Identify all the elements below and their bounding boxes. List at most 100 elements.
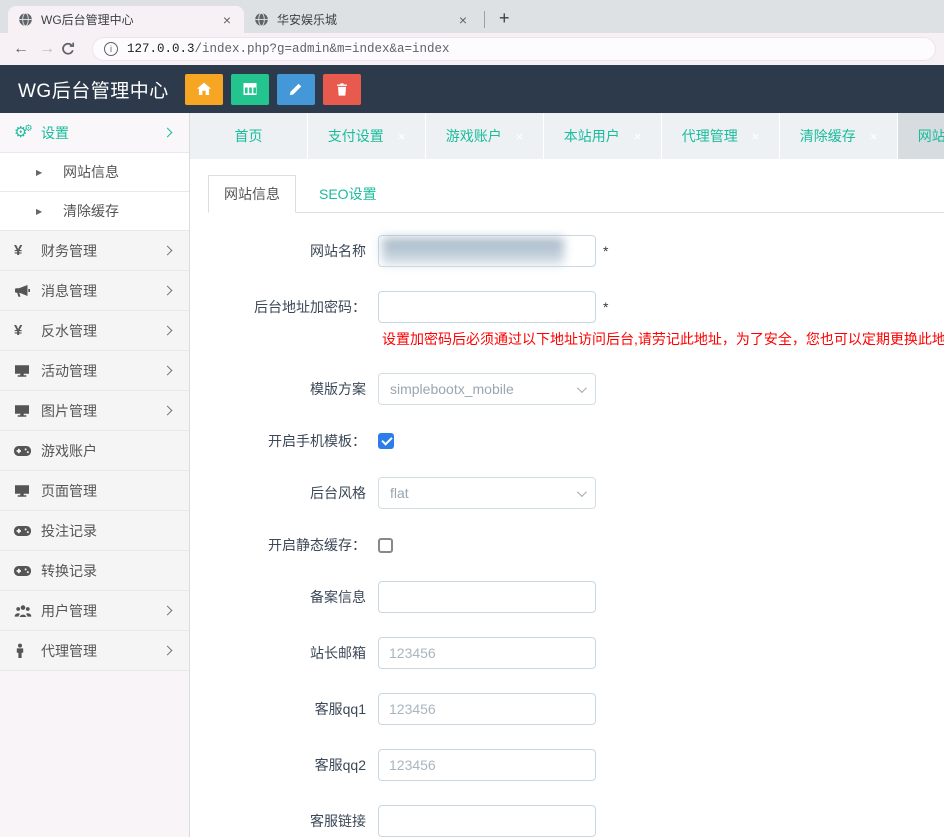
sidebar-item-label: 代理管理: [41, 641, 164, 661]
tab-label: 游戏账户: [446, 126, 502, 146]
browser-chrome: WG后台管理中心 × 华安娱乐城 × + ← → i 127.0.0.3/ind…: [0, 0, 944, 65]
tab-close-icon[interactable]: ×: [516, 129, 524, 144]
sidebar: ⚙⚙设置▶网站信息▶清除缓存¥财务管理消息管理¥反水管理活动管理图片管理游戏账户…: [0, 113, 190, 837]
url-text: 127.0.0.3/index.php?g=admin&m=index&a=in…: [127, 42, 450, 56]
app-header: WG后台管理中心: [0, 65, 944, 113]
service-qq2-input[interactable]: [378, 749, 596, 781]
close-icon[interactable]: ×: [456, 12, 470, 28]
tab-label: 首页: [235, 126, 263, 146]
form-row: 后台地址加密码： *: [208, 291, 944, 323]
gamepad-icon: [14, 565, 41, 577]
field-label: 后台地址加密码：: [208, 297, 378, 317]
admin-url-password-input[interactable]: [378, 291, 596, 323]
browser-tab-title: 华安娱乐城: [277, 11, 456, 28]
browser-tab-title: WG后台管理中心: [41, 11, 220, 28]
field-label: 后台风格: [208, 483, 378, 503]
content-tab-seo-settings[interactable]: SEO设置: [304, 176, 392, 212]
content-tab-site-info[interactable]: 网站信息: [208, 175, 296, 213]
sidebar-item-label: 清除缓存: [63, 201, 175, 221]
admin-style-select[interactable]: flat: [378, 477, 596, 509]
forward-icon[interactable]: →: [34, 40, 60, 58]
sidebar-item-finance[interactable]: ¥财务管理: [0, 231, 189, 271]
sidebar-item-bet-records[interactable]: 投注记录: [0, 511, 189, 551]
field-control: [378, 637, 596, 669]
required-mark: *: [603, 299, 608, 315]
tab-game-accounts[interactable]: 游戏账户 ×: [426, 113, 544, 159]
table-button[interactable]: [231, 74, 269, 105]
sidebar-item-settings[interactable]: ⚙⚙设置: [0, 113, 189, 153]
person-icon: [14, 643, 41, 659]
chevron-right-icon: [163, 406, 173, 416]
tab-clear-cache[interactable]: 清除缓存×: [780, 113, 898, 159]
sidebar-item-agents[interactable]: 代理管理: [0, 631, 189, 671]
sidebar-item-label: 投注记录: [41, 521, 175, 541]
sidebar-item-rebate[interactable]: ¥反水管理: [0, 311, 189, 351]
edit-button[interactable]: [277, 74, 315, 105]
sidebar-item-site-info[interactable]: ▶网站信息: [0, 153, 189, 192]
url-bar[interactable]: i 127.0.0.3/index.php?g=admin&m=index&a=…: [92, 37, 936, 61]
tab-site-users[interactable]: 本站用户 ×: [544, 113, 662, 159]
field-control: [378, 693, 596, 725]
template-scheme-select[interactable]: simplebootx_mobile: [378, 373, 596, 405]
new-tab-button[interactable]: +: [489, 8, 520, 29]
monitor-icon: [14, 363, 41, 379]
sidebar-item-pages[interactable]: 页面管理: [0, 471, 189, 511]
app-title: WG后台管理中心: [18, 76, 169, 103]
content-panel: 网站信息SEO设置 网站名称*后台地址加密码：*设置加密码后必须通过以下地址访问…: [190, 159, 944, 837]
back-icon[interactable]: ←: [8, 40, 34, 58]
chevron-down-icon: [577, 383, 587, 393]
enable-mobile-template-checkbox[interactable]: [378, 433, 394, 449]
service-link-input[interactable]: [378, 805, 596, 837]
select-value: flat: [390, 485, 409, 501]
required-mark: *: [603, 243, 608, 259]
megaphone-icon: [14, 283, 41, 299]
chevron-right-icon: [163, 606, 173, 616]
tab-agent-management[interactable]: 代理管理×: [662, 113, 780, 159]
sidebar-item-images[interactable]: 图片管理: [0, 391, 189, 431]
sidebar-item-transfer-records[interactable]: 转换记录: [0, 551, 189, 591]
field-label: 开启静态缓存：: [208, 535, 378, 555]
delete-button[interactable]: [323, 74, 361, 105]
tab-close-icon[interactable]: ×: [398, 129, 406, 144]
field-control: [378, 538, 393, 553]
users-icon: [14, 604, 41, 618]
tab-label: 本站用户: [564, 126, 620, 146]
tab-payment-settings[interactable]: 支付设置×: [308, 113, 426, 159]
sidebar-item-label: 用户管理: [41, 601, 164, 621]
tab-site-info[interactable]: 网站信息×: [898, 113, 944, 159]
globe-icon: [254, 12, 269, 27]
sidebar-item-activities[interactable]: 活动管理: [0, 351, 189, 391]
field-label: 开启手机模板：: [208, 431, 378, 451]
home-button[interactable]: [185, 74, 223, 105]
info-icon[interactable]: i: [104, 42, 118, 56]
sidebar-item-users[interactable]: 用户管理: [0, 591, 189, 631]
sidebar-item-label: 页面管理: [41, 481, 175, 501]
site-name-input[interactable]: [378, 235, 596, 267]
reload-icon[interactable]: [60, 41, 86, 57]
enable-static-cache-checkbox[interactable]: [378, 538, 393, 553]
chevron-right-icon: [163, 326, 173, 336]
field-control: simplebootx_mobile: [378, 373, 596, 405]
sidebar-item-messages[interactable]: 消息管理: [0, 271, 189, 311]
icp-info-input[interactable]: [378, 581, 596, 613]
field-control: flat: [378, 477, 596, 509]
field-label: 网站名称: [208, 241, 378, 261]
browser-tab-admin[interactable]: WG后台管理中心 ×: [8, 6, 244, 33]
tab-close-icon[interactable]: ×: [752, 129, 760, 144]
close-icon[interactable]: ×: [220, 12, 234, 28]
field-control: [378, 805, 596, 837]
select-value: simplebootx_mobile: [390, 381, 514, 397]
form-row: 客服qq2: [208, 749, 944, 781]
sidebar-item-clear-cache[interactable]: ▶清除缓存: [0, 192, 189, 231]
sidebar-item-game-accounts[interactable]: 游戏账户: [0, 431, 189, 471]
browser-tab-casino[interactable]: 华安娱乐城 ×: [244, 6, 480, 33]
header-actions: [185, 74, 361, 105]
browser-tab-strip: WG后台管理中心 × 华安娱乐城 × +: [0, 0, 944, 33]
gears-icon: ⚙⚙: [14, 125, 41, 140]
webmaster-email-input[interactable]: [378, 637, 596, 669]
chevron-right-icon: [163, 366, 173, 376]
tab-close-icon[interactable]: ×: [634, 129, 642, 144]
tab-close-icon[interactable]: ×: [870, 129, 878, 144]
tab-home[interactable]: 首页: [190, 113, 308, 159]
service-qq1-input[interactable]: [378, 693, 596, 725]
